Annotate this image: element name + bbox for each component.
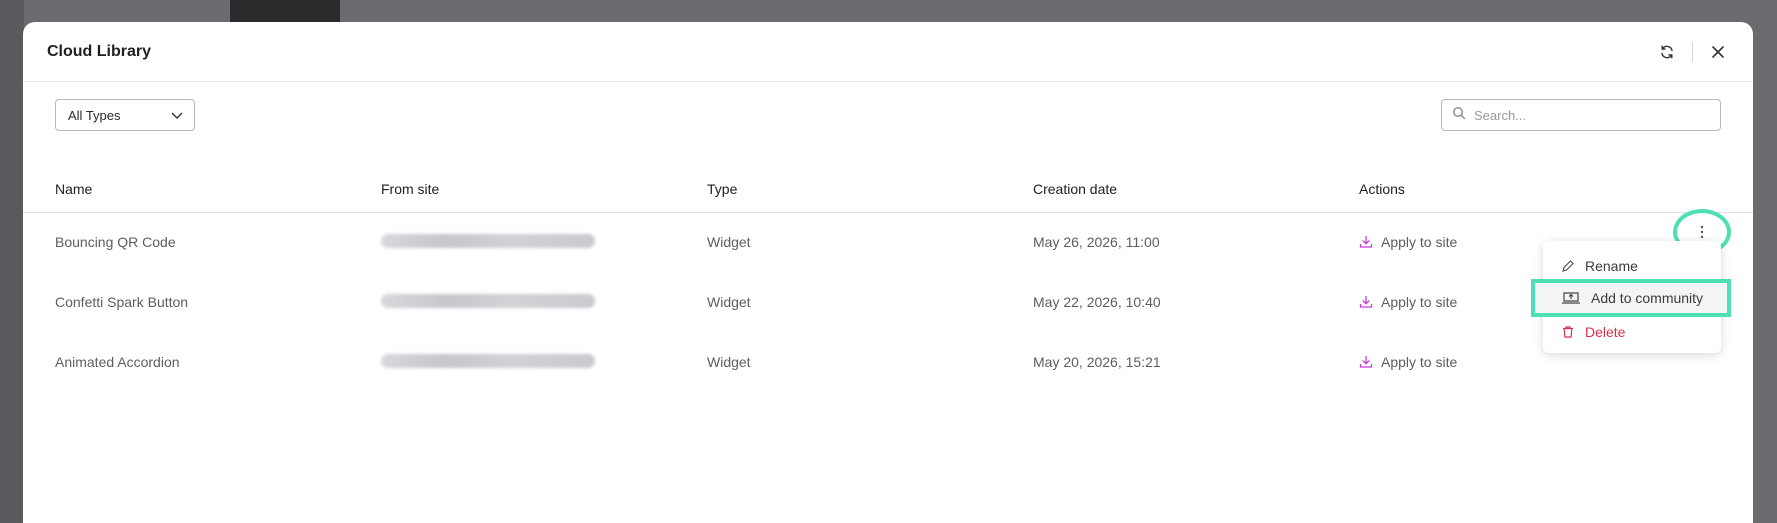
row-type: Widget	[707, 294, 751, 310]
menu-item-label: Rename	[1585, 258, 1638, 274]
row-type: Widget	[707, 354, 751, 370]
apply-label: Apply to site	[1381, 354, 1458, 370]
menu-item-label: Add to community	[1591, 290, 1704, 306]
apply-to-site-button[interactable]: Apply to site	[1359, 234, 1457, 250]
row-type: Widget	[707, 234, 751, 250]
apply-to-site-button[interactable]: Apply to site	[1359, 294, 1457, 310]
row-site-redacted	[381, 354, 595, 371]
row-date: May 20, 2026, 15:21	[1033, 354, 1161, 370]
row-site-redacted	[381, 234, 595, 251]
row-date: May 22, 2026, 10:40	[1033, 294, 1161, 310]
search-input[interactable]	[1474, 107, 1710, 123]
apply-label: Apply to site	[1381, 294, 1458, 310]
row-actions-menu: Rename Add to community Delete	[1531, 241, 1731, 353]
search-box[interactable]	[1441, 99, 1721, 131]
download-icon	[1359, 355, 1373, 368]
header-divider	[1692, 41, 1693, 62]
pencil-icon	[1562, 260, 1574, 272]
header-actions	[1656, 41, 1729, 63]
table-row: Bouncing QR Code Widget May 26, 2026, 11…	[23, 214, 1753, 274]
type-filter-select[interactable]: All Types	[55, 99, 195, 131]
row-name: Bouncing QR Code	[55, 234, 176, 250]
community-upload-icon	[1562, 292, 1580, 304]
row-date: May 26, 2026, 11:00	[1033, 234, 1160, 250]
page-backdrop	[0, 0, 24, 523]
modal-title: Cloud Library	[47, 42, 152, 60]
header-from-site: From site	[381, 181, 440, 197]
menu-item-delete[interactable]: Delete	[1543, 317, 1721, 347]
menu-item-label: Delete	[1585, 324, 1626, 340]
row-name: Animated Accordion	[55, 354, 180, 370]
toolbar: All Types	[55, 99, 1721, 131]
table-header: Name From site Type Creation date Action…	[23, 167, 1753, 213]
header-actions: Actions	[1359, 181, 1405, 197]
table-row: Animated Accordion Widget May 20, 2026, …	[23, 334, 1753, 394]
table-row: Confetti Spark Button Widget May 22, 202…	[23, 274, 1753, 334]
header-creation-date: Creation date	[1033, 181, 1118, 197]
download-icon	[1359, 235, 1373, 248]
download-icon	[1359, 295, 1373, 308]
search-icon	[1452, 106, 1466, 125]
menu-item-add-to-community[interactable]: Add to community	[1531, 279, 1731, 317]
apply-to-site-button[interactable]: Apply to site	[1359, 354, 1457, 370]
row-name: Confetti Spark Button	[55, 294, 189, 310]
close-icon[interactable]	[1707, 41, 1729, 63]
page-backdrop-top	[230, 0, 340, 22]
menu-item-rename[interactable]: Rename	[1543, 251, 1721, 281]
header-name: Name	[55, 181, 93, 197]
cloud-library-modal: Cloud Library All Types Search... Name F…	[23, 22, 1753, 523]
apply-label: Apply to site	[1381, 234, 1458, 250]
header-type: Type	[707, 181, 738, 197]
trash-icon	[1563, 326, 1573, 338]
modal-header: Cloud Library	[23, 22, 1753, 82]
type-filter-value: All Types	[68, 107, 121, 123]
refresh-icon[interactable]	[1656, 41, 1678, 63]
chevron-down-icon	[170, 108, 184, 125]
kebab-menu-icon	[1700, 225, 1704, 239]
row-site-redacted	[381, 294, 595, 311]
